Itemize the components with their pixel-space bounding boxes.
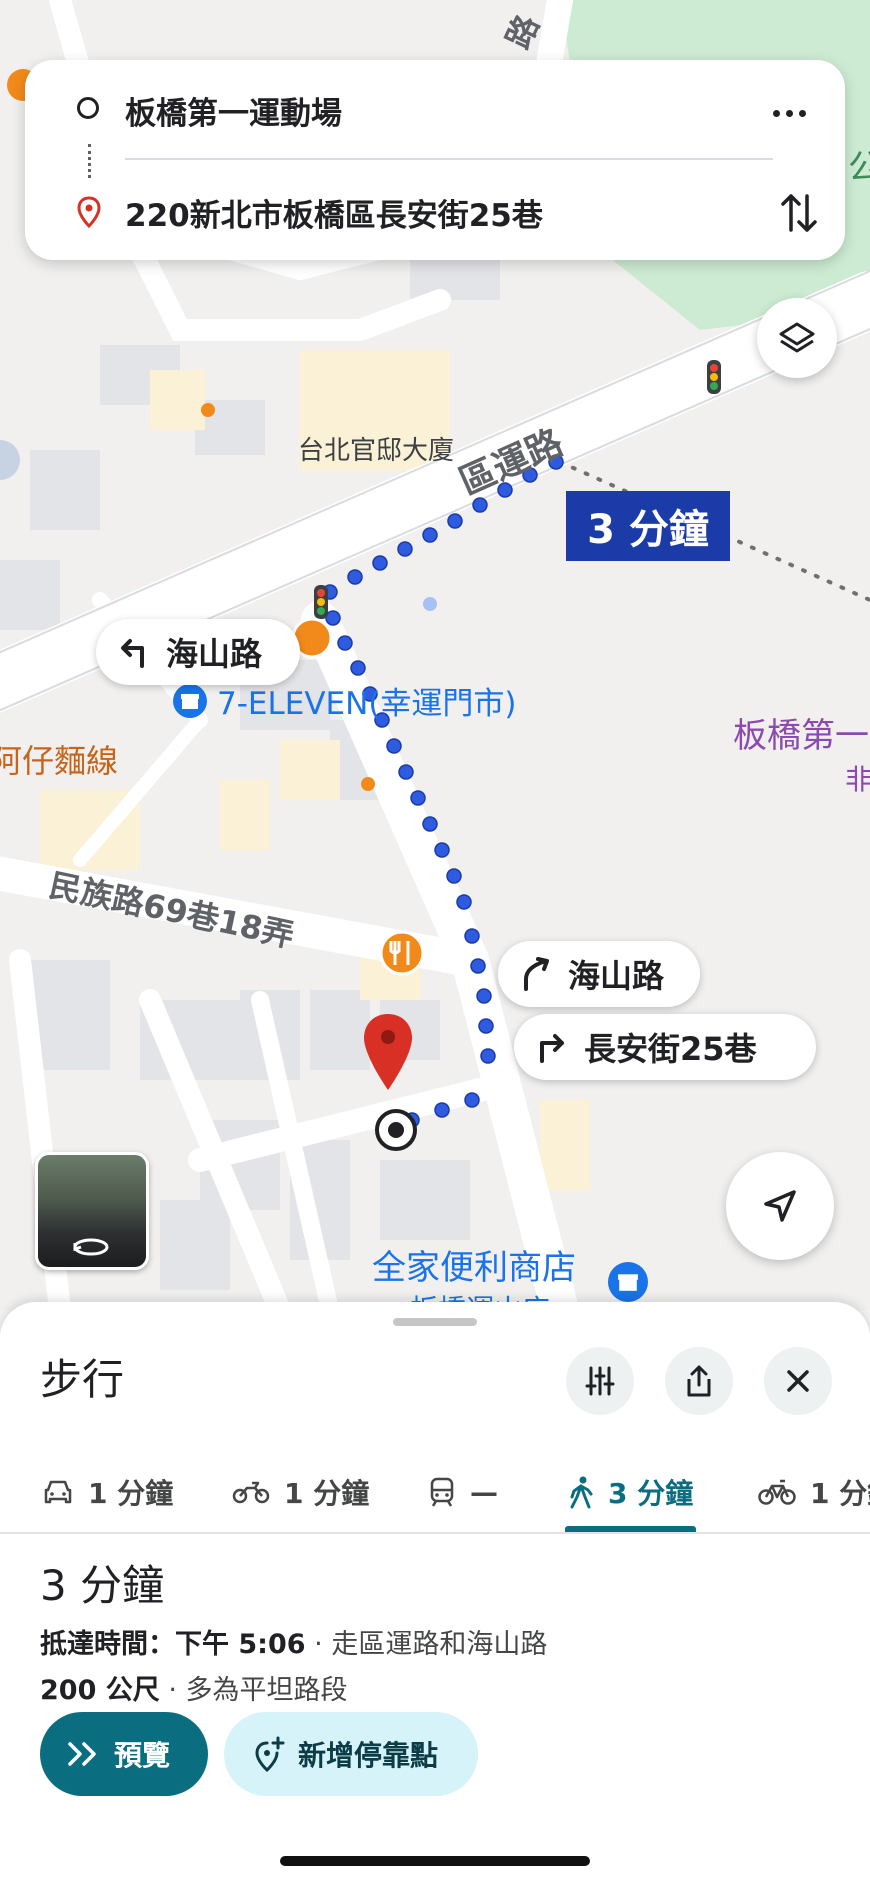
turn-right-changan-pill[interactable]: 長安街25巷 [514, 1014, 816, 1080]
destination-pin-small-icon [77, 196, 101, 232]
building-label: 台北官邸大廈 [298, 436, 455, 466]
active-tab-indicator [565, 1526, 696, 1532]
turn-left-haishan-pill[interactable]: 海山路 [96, 619, 300, 685]
layers-icon [777, 318, 817, 358]
turn-right-icon [532, 1027, 572, 1067]
tab-transit[interactable]: — [428, 1452, 498, 1532]
more-dots-icon [773, 109, 806, 117]
close-icon [783, 1366, 813, 1396]
poi-label-familymart: 全家便利商店 [372, 1248, 576, 1288]
bicycle-icon [758, 1478, 796, 1506]
motorcycle-icon [232, 1479, 270, 1505]
destination-pin-icon[interactable] [362, 1012, 414, 1096]
train-icon [428, 1476, 456, 1508]
swap-arrows-icon [777, 188, 821, 238]
tab-walk-time: 3 分鐘 [608, 1477, 694, 1510]
swap-button[interactable] [777, 188, 821, 238]
tab-car-time: 1 分鐘 [88, 1477, 174, 1510]
double-chevron-icon [66, 1740, 100, 1768]
field-divider [125, 158, 773, 160]
route-connector-dots [88, 144, 94, 178]
turn-right-haishan-text: 海山路 [568, 957, 665, 995]
origin-row[interactable]: 板橋第一運動場 [25, 75, 845, 145]
directions-search-card: 板橋第一運動場 220新北市板橋區長安街25巷 [25, 60, 845, 260]
directions-bottom-sheet: 步行 1 分鐘 1 分鐘 — 3 分鐘 1 分 3 分鐘 抵達時間：下午 5:0… [0, 1302, 870, 1884]
more-options-button[interactable] [773, 98, 817, 128]
share-button[interactable] [665, 1347, 733, 1415]
park-label-fragment: 公 [848, 148, 870, 188]
street-view-rotate-icon [66, 1233, 116, 1259]
navigation-arrow-icon [758, 1184, 802, 1228]
route-terrain: ‧ 多為平坦路段 [168, 1675, 348, 1706]
travel-mode-tabs: 1 分鐘 1 分鐘 — 3 分鐘 1 分鐘 [0, 1452, 870, 1534]
route-duration: 3 分鐘 [40, 1561, 165, 1610]
route-distance: 200 公尺 [40, 1675, 160, 1706]
sheet-drag-handle[interactable] [393, 1318, 477, 1326]
origin-circle-icon [77, 97, 99, 119]
distance-line: 200 公尺 ‧ 多為平坦路段 [40, 1668, 348, 1707]
tab-bike-time: 1 分鐘 [810, 1477, 870, 1510]
add-location-icon [252, 1735, 286, 1773]
street-view-thumbnail[interactable] [35, 1152, 149, 1270]
tab-motorcycle-time: 1 分鐘 [284, 1477, 370, 1510]
turn-right-changan-text: 長安街25巷 [584, 1030, 757, 1068]
poi-label-noodle: 阿仔麵線 [0, 742, 119, 780]
turn-right-icon [516, 954, 556, 994]
close-button[interactable] [764, 1347, 832, 1415]
add-stop-button[interactable]: 新增停靠點 [224, 1712, 478, 1796]
destination-field[interactable]: 220新北市板橋區長安街25巷 [125, 190, 543, 235]
origin-field[interactable]: 板橋第一運動場 [125, 88, 342, 133]
share-icon [682, 1363, 716, 1399]
tab-transit-time: — [470, 1475, 498, 1509]
arrival-line: 抵達時間：下午 5:06 ‧ 走區運路和海山路 [40, 1622, 547, 1661]
tab-walk[interactable]: 3 分鐘 [568, 1452, 693, 1532]
walk-icon [568, 1475, 594, 1509]
tune-sliders-icon [583, 1364, 617, 1398]
route-options-button[interactable] [566, 1347, 634, 1415]
turn-left-icon [114, 632, 154, 672]
arrival-time: 抵達時間：下午 5:06 [40, 1629, 306, 1660]
store-icon [608, 1262, 648, 1302]
turn-right-haishan-pill[interactable]: 海山路 [498, 941, 700, 1007]
layers-button[interactable] [757, 298, 837, 378]
car-icon [42, 1478, 74, 1506]
add-stop-label: 新增停靠點 [298, 1739, 439, 1772]
store-icon [173, 683, 207, 718]
tab-bike[interactable]: 1 分鐘 [758, 1452, 870, 1532]
route-duration-flag[interactable]: 3 分鐘 [566, 491, 730, 561]
poi-label-stadium-sub: 非 [845, 763, 870, 796]
preview-label: 預覽 [114, 1739, 171, 1772]
route-via: ‧ 走區運路和海山路 [314, 1629, 548, 1660]
my-location-button[interactable] [726, 1152, 834, 1260]
poi-label-stadium: 板橋第一 [733, 716, 869, 756]
tab-car[interactable]: 1 分鐘 [42, 1452, 173, 1532]
origin-marker-icon[interactable] [374, 1108, 418, 1156]
sheet-title: 步行 [40, 1355, 125, 1404]
home-indicator[interactable] [280, 1856, 590, 1866]
turn-left-haishan-text: 海山路 [166, 635, 263, 673]
tab-motorcycle[interactable]: 1 分鐘 [232, 1452, 369, 1532]
preview-button[interactable]: 預覽 [40, 1712, 208, 1796]
destination-row[interactable]: 220新北市板橋區長安街25巷 [25, 177, 845, 247]
